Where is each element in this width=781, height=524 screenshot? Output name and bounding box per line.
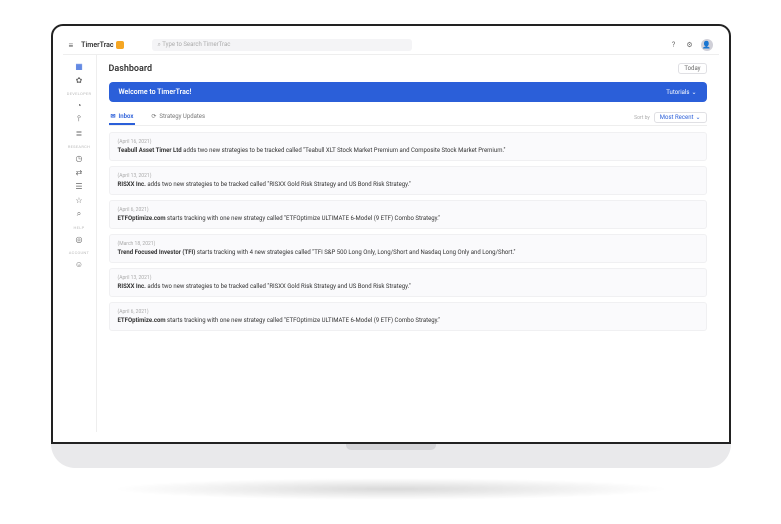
sort-dropdown[interactable]: Most Recent ⌄: [654, 112, 707, 123]
sidebar-section-account: ACCOUNT: [69, 250, 89, 255]
settings-icon[interactable]: ✿: [74, 75, 84, 85]
search-placeholder: Type to Search TimerTrac: [162, 41, 230, 48]
lifebuoy-icon[interactable]: ◎: [74, 234, 84, 244]
tutorials-label: Tutorials: [666, 89, 689, 96]
banner-title: Welcome to TimerTrac!: [119, 88, 192, 96]
laptop-frame: ≡ TimerTrac ⌕ Type to Search TimerTrac ?…: [51, 24, 731, 500]
card-date: (April 13, 2021): [118, 275, 698, 281]
sort-value: Most Recent: [660, 114, 694, 121]
topbar-actions: ? ⚙ 👤: [669, 39, 713, 51]
feed-card[interactable]: (April 13, 2021) RISXX Inc. adds two new…: [109, 166, 707, 195]
inbox-icon: ✉: [111, 113, 116, 120]
main-content: Dashboard Today Welcome to TimerTrac! Tu…: [97, 55, 719, 432]
feed-card[interactable]: (April 13, 2021) RISXX Inc. adds two new…: [109, 268, 707, 297]
card-text: Teabull Asset Timer Ltd adds two new str…: [118, 147, 698, 154]
search-input[interactable]: ⌕ Type to Search TimerTrac: [152, 39, 412, 51]
today-button[interactable]: Today: [678, 63, 706, 74]
laptop-notch: [346, 444, 436, 450]
compare-icon[interactable]: ⇄: [74, 167, 84, 177]
bookmark-icon[interactable]: ☰: [74, 181, 84, 191]
feed-card[interactable]: (April 16, 2021) Teabull Asset Timer Ltd…: [109, 132, 707, 161]
dashboard-icon[interactable]: ▦: [74, 61, 84, 71]
tabs: ✉ Inbox ⟳ Strategy Updates: [109, 110, 208, 125]
sidebar: ▦ ✿ DEVELOPER ◔ ⫯ ≣ RESEARCH ◷ ⇄ ☰ ☆ ⌕ H…: [63, 55, 97, 432]
brand-logo-icon: [116, 41, 124, 49]
refresh-icon: ⟳: [151, 113, 156, 120]
tab-inbox-label: Inbox: [119, 113, 134, 120]
app-window: ≡ TimerTrac ⌕ Type to Search TimerTrac ?…: [63, 36, 719, 432]
laptop-shadow: [111, 478, 671, 500]
screen-bezel: ≡ TimerTrac ⌕ Type to Search TimerTrac ?…: [51, 24, 731, 444]
tab-strategy-label: Strategy Updates: [159, 113, 205, 120]
laptop-base: [51, 444, 731, 468]
body: ▦ ✿ DEVELOPER ◔ ⫯ ≣ RESEARCH ◷ ⇄ ☰ ☆ ⌕ H…: [63, 55, 719, 432]
user-icon[interactable]: ☺: [74, 259, 84, 269]
card-date: (April 6, 2021): [118, 207, 698, 213]
settings-gear-icon[interactable]: ⚙: [685, 40, 695, 50]
chart-icon[interactable]: ⫯: [74, 114, 84, 124]
sidebar-section-research: RESEARCH: [68, 144, 90, 149]
sort-area: Sort by Most Recent ⌄: [634, 112, 706, 123]
card-date: (April 13, 2021): [118, 173, 698, 179]
welcome-banner: Welcome to TimerTrac! Tutorials ⌄: [109, 82, 707, 102]
sidebar-section-help: HELP: [73, 225, 84, 230]
card-text: ETFOptimize.com starts tracking with one…: [118, 317, 698, 324]
top-bar: ≡ TimerTrac ⌕ Type to Search TimerTrac ?…: [63, 36, 719, 55]
feed-card[interactable]: (March 18, 2021) Trend Focused Investor …: [109, 234, 707, 263]
chevron-down-icon: ⌄: [691, 89, 696, 96]
tab-inbox[interactable]: ✉ Inbox: [109, 110, 136, 125]
card-text: Trend Focused Investor (TFI) starts trac…: [118, 249, 698, 256]
page-title: Dashboard: [109, 64, 153, 74]
sort-label: Sort by: [634, 115, 650, 121]
search-nav-icon[interactable]: ⌕: [74, 209, 84, 219]
brand[interactable]: TimerTrac: [81, 41, 123, 49]
feed-card[interactable]: (April 6, 2021) ETFOptimize.com starts t…: [109, 200, 707, 229]
star-icon[interactable]: ☆: [74, 195, 84, 205]
gauge-icon[interactable]: ◔: [74, 100, 84, 110]
card-date: (April 16, 2021): [118, 139, 698, 145]
card-text: RISXX Inc. adds two new strategies to be…: [118, 181, 698, 188]
search-icon: ⌕: [158, 41, 161, 48]
chevron-down-icon: ⌄: [695, 114, 700, 121]
avatar[interactable]: 👤: [701, 39, 713, 51]
feed-card[interactable]: (April 6, 2021) ETFOptimize.com starts t…: [109, 302, 707, 331]
card-date: (April 6, 2021): [118, 309, 698, 315]
card-text: RISXX Inc. adds two new strategies to be…: [118, 283, 698, 290]
tutorials-link[interactable]: Tutorials ⌄: [666, 89, 696, 96]
hamburger-icon[interactable]: ≡: [69, 41, 74, 50]
card-text: ETFOptimize.com starts tracking with one…: [118, 215, 698, 222]
sidebar-section-developer: DEVELOPER: [67, 91, 91, 96]
clock-icon[interactable]: ◷: [74, 153, 84, 163]
list-icon[interactable]: ≣: [74, 128, 84, 138]
main-header: Dashboard Today: [109, 63, 707, 74]
tab-strategy-updates[interactable]: ⟳ Strategy Updates: [149, 110, 207, 125]
tabs-row: ✉ Inbox ⟳ Strategy Updates Sort by M: [109, 110, 707, 126]
help-icon[interactable]: ?: [669, 40, 679, 50]
card-date: (March 18, 2021): [118, 241, 698, 247]
brand-name: TimerTrac: [81, 41, 113, 49]
